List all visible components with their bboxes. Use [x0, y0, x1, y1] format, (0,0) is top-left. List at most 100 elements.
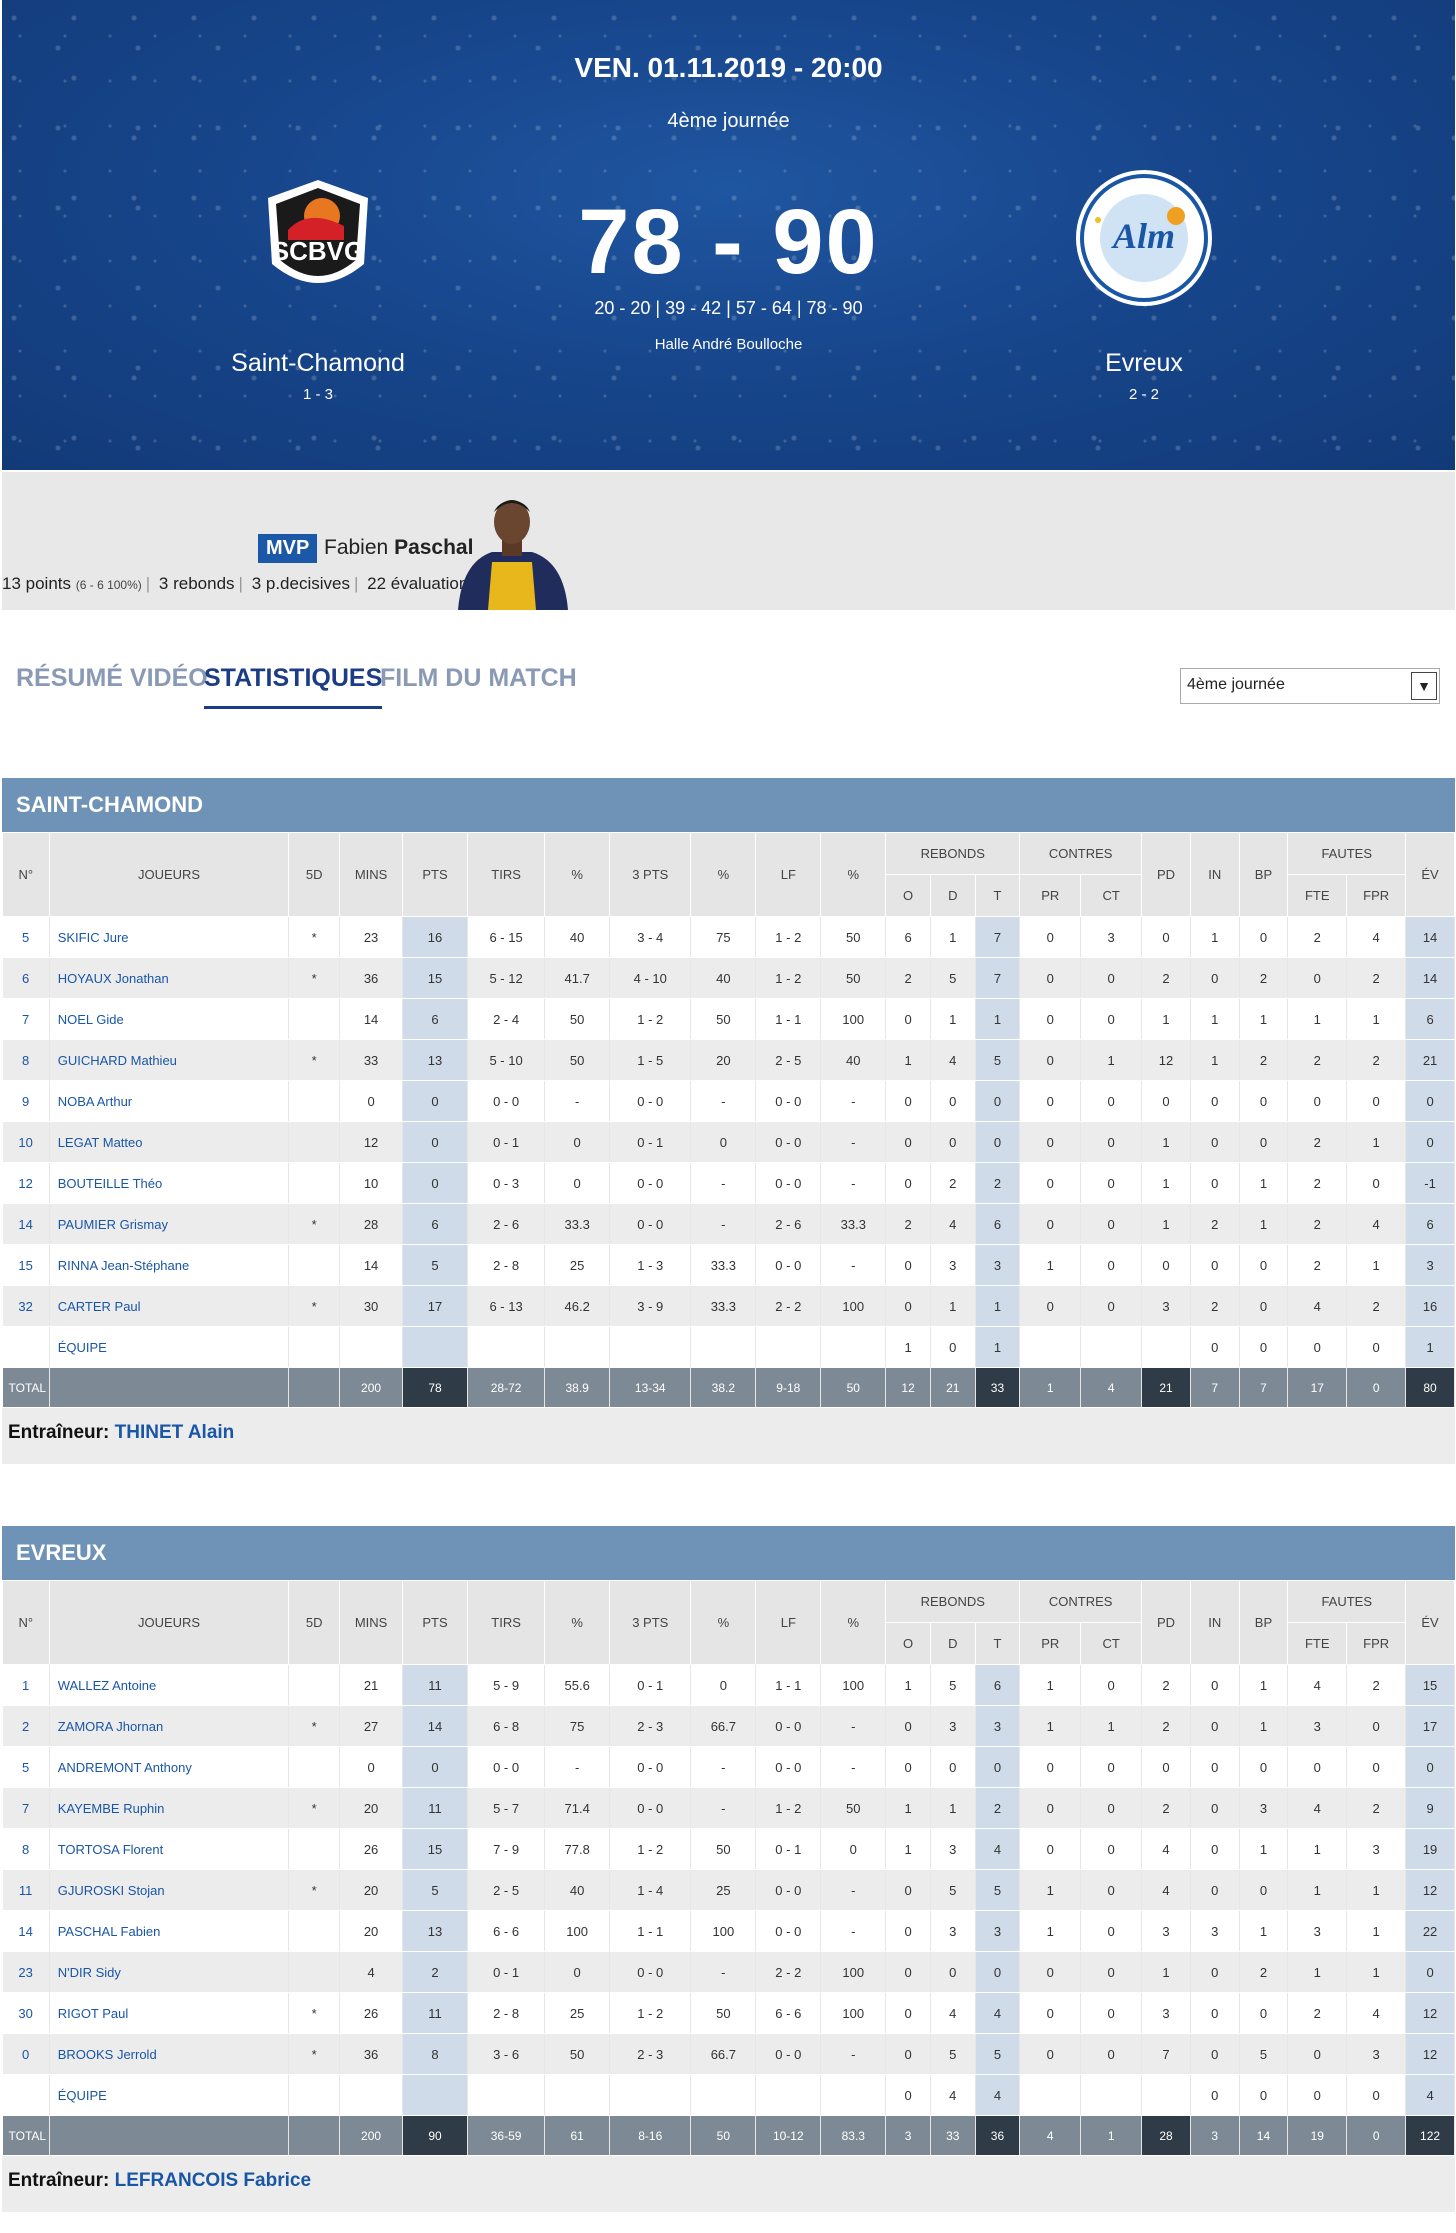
column-header[interactable]: IN	[1189, 832, 1240, 917]
player-name-link[interactable]: RIGOT Paul	[49, 1992, 290, 2034]
column-header[interactable]: LF	[755, 832, 822, 917]
column-subheader[interactable]: FPR	[1346, 1622, 1407, 1665]
column-header[interactable]: 3 PTS	[609, 832, 692, 917]
player-name-link[interactable]: TORTOSA Florent	[49, 1828, 290, 1870]
column-header[interactable]: ÉV	[1405, 1580, 1455, 1665]
column-header[interactable]: PD	[1141, 832, 1191, 917]
column-subheader[interactable]: CT	[1080, 874, 1143, 917]
column-header[interactable]: 3 PTS	[609, 1580, 692, 1665]
player-name-link[interactable]: GUICHARD Mathieu	[49, 1039, 290, 1081]
table-row[interactable]: 2 ZAMORA Jhornan * 27 14 6 - 8 75 2 - 3 66.7 0 - …	[2, 1705, 1455, 1747]
table-row[interactable]: 7 KAYEMBE Ruphin * 20 11 5 - 7 71.4 0 - 0-1 - 2…	[2, 1787, 1455, 1829]
column-subheader[interactable]: T	[974, 1622, 1021, 1665]
table-row[interactable]: 7 NOEL Gide 14 6 2 - 4 50 1 - 2 50 1 - 1 100 0 1 1 0 0…	[2, 998, 1455, 1040]
column-subheader[interactable]: T	[974, 874, 1021, 917]
column-header[interactable]: IN	[1189, 1580, 1240, 1665]
player-name-link[interactable]: N'DIR Sidy	[49, 1951, 290, 1993]
column-subheader[interactable]: FTE	[1287, 1622, 1348, 1665]
table-row[interactable]: 30 RIGOT Paul * 26 11 2 - 8 25 1 - 2 50 6 - 6 100 0…	[2, 1992, 1455, 2034]
away-team-name[interactable]: Evreux	[1024, 349, 1264, 378]
column-header[interactable]: 5D	[288, 1580, 341, 1665]
column-header[interactable]: N°	[2, 832, 50, 917]
column-subheader[interactable]: PR	[1019, 874, 1082, 917]
column-subheader[interactable]: PR	[1019, 1622, 1082, 1665]
player-name-link[interactable]: RINNA Jean-Stéphane	[49, 1244, 290, 1286]
player-name-link[interactable]: LEGAT Matteo	[49, 1121, 290, 1163]
column-header[interactable]: LF	[755, 1580, 822, 1665]
player-name-link[interactable]: ÉQUIPE	[49, 2074, 290, 2116]
table-row[interactable]: 0 BROOKS Jerrold * 36 8 3 - 6 50 2 - 3 66.7 0 - 0…	[2, 2033, 1455, 2075]
column-subheader[interactable]: CT	[1080, 1622, 1143, 1665]
table-row[interactable]: ÉQUIPE 0 4 4 0 0 0 0 4	[2, 2074, 1455, 2116]
column-header[interactable]: %	[544, 832, 611, 917]
column-header[interactable]: PD	[1141, 1580, 1191, 1665]
player-name-link[interactable]: ZAMORA Jhornan	[49, 1705, 290, 1747]
table-row[interactable]: ÉQUIPE 1 0 1 0 0 0 0 1	[2, 1326, 1455, 1368]
away-team[interactable]: Alm Evreux 2 - 2	[1024, 168, 1264, 403]
column-header[interactable]: TIRS	[467, 1580, 546, 1665]
column-header[interactable]: JOUEURS	[48, 832, 290, 917]
column-header[interactable]: MINS	[339, 1580, 404, 1665]
player-name-link[interactable]: ANDREMONT Anthony	[49, 1746, 290, 1788]
column-header[interactable]: %	[690, 832, 757, 917]
stat-cell: 0 - 0	[755, 1869, 822, 1911]
coach-name-link[interactable]: THINET Alain	[115, 1422, 235, 1443]
player-name-link[interactable]: GJUROSKI Stojan	[49, 1869, 290, 1911]
column-header[interactable]: ÉV	[1405, 832, 1455, 917]
table-row[interactable]: 1 WALLEZ Antoine 21 11 5 - 9 55.6 0 - 101 - 11…	[2, 1664, 1455, 1706]
player-name-link[interactable]: PASCHAL Fabien	[49, 1910, 290, 1952]
tab-resume-video[interactable]: RÉSUMÉ VIDÉO	[16, 664, 208, 693]
table-row[interactable]: 9 NOBA Arthur 0 0 0 - 0-0 - 0-0 - 0-00000000…	[2, 1080, 1455, 1122]
column-header[interactable]: PTS	[402, 832, 469, 917]
column-header[interactable]: %	[820, 832, 887, 917]
table-row[interactable]: 12 BOUTEILLE Théo 10 0 0 - 300 - 0-0 - 0-022…	[2, 1162, 1455, 1204]
player-name-link[interactable]: NOBA Arthur	[49, 1080, 290, 1122]
column-subheader[interactable]: D	[929, 1622, 976, 1665]
player-name-link[interactable]: SKIFIC Jure	[49, 916, 290, 958]
player-name-link[interactable]: HOYAUX Jonathan	[49, 957, 290, 999]
player-name-link[interactable]: WALLEZ Antoine	[49, 1664, 290, 1706]
column-header[interactable]: PTS	[402, 1580, 469, 1665]
home-team[interactable]: SCBVG Saint-Chamond 1 - 3	[198, 168, 438, 403]
table-row[interactable]: 23 N'DIR Sidy 4 2 0 - 100 - 0-2 - 2 100 0 0 0 0 0 1…	[2, 1951, 1455, 1993]
player-name-link[interactable]: NOEL Gide	[49, 998, 290, 1040]
table-row[interactable]: 14 PAUMIER Grismay * 28 6 2 - 6 33.3 0 - 0-2 - …	[2, 1203, 1455, 1245]
tab-film-du-match[interactable]: FILM DU MATCH	[380, 664, 577, 693]
table-row[interactable]: 5 ANDREMONT Anthony 0 0 0 - 0-0 - 0-0 - 0-00…	[2, 1746, 1455, 1788]
home-team-name[interactable]: Saint-Chamond	[198, 349, 438, 378]
column-header[interactable]: N°	[2, 1580, 50, 1665]
column-header[interactable]: BP	[1238, 832, 1289, 917]
tab-statistiques[interactable]: STATISTIQUES	[204, 664, 383, 709]
table-row[interactable]: 10 LEGAT Matteo 12 0 0 - 100 - 100 - 0-00000…	[2, 1121, 1455, 1163]
column-header[interactable]: %	[820, 1580, 887, 1665]
column-header[interactable]: %	[690, 1580, 757, 1665]
column-subheader[interactable]: FPR	[1346, 874, 1407, 917]
column-subheader[interactable]: O	[885, 874, 931, 917]
column-header[interactable]: %	[544, 1580, 611, 1665]
coach-name-link[interactable]: LEFRANCOIS Fabrice	[115, 2170, 311, 2191]
column-subheader[interactable]: D	[929, 874, 976, 917]
column-header[interactable]: 5D	[288, 832, 341, 917]
table-row[interactable]: 14 PASCHAL Fabien 20 13 6 - 6 100 1 - 1 100 0 - …	[2, 1910, 1455, 1952]
player-name-link[interactable]: BOUTEILLE Théo	[49, 1162, 290, 1204]
table-row[interactable]: 32 CARTER Paul * 30 17 6 - 13 46.2 3 - 9 33.3 2 -…	[2, 1285, 1455, 1327]
column-header[interactable]: MINS	[339, 832, 404, 917]
column-subheader[interactable]: FTE	[1287, 874, 1348, 917]
round-select[interactable]: 4ème journée ▼	[1180, 668, 1440, 704]
player-name-link[interactable]: BROOKS Jerrold	[49, 2033, 290, 2075]
table-row[interactable]: 15 RINNA Jean-Stéphane 14 5 2 - 8 25 1 - 3 33.3…	[2, 1244, 1455, 1286]
column-header[interactable]: TIRS	[467, 832, 546, 917]
player-name-link[interactable]: PAUMIER Grismay	[49, 1203, 290, 1245]
table-row[interactable]: 5 SKIFIC Jure * 23 16 6 - 15 40 3 - 4 75 1 - 2 50 6…	[2, 916, 1455, 958]
chevron-down-icon[interactable]: ▼	[1411, 672, 1437, 700]
player-name-link[interactable]: CARTER Paul	[49, 1285, 290, 1327]
table-row[interactable]: 6 HOYAUX Jonathan * 36 15 5 - 12 41.7 4 - 10 40 1…	[2, 957, 1455, 999]
column-header[interactable]: BP	[1238, 1580, 1289, 1665]
column-header[interactable]: JOUEURS	[48, 1580, 290, 1665]
player-name-link[interactable]: ÉQUIPE	[49, 1326, 290, 1368]
table-row[interactable]: 11 GJUROSKI Stojan * 20 5 2 - 5 40 1 - 4 25 0 - 0…	[2, 1869, 1455, 1911]
player-name-link[interactable]: KAYEMBE Ruphin	[49, 1787, 290, 1829]
column-subheader[interactable]: O	[885, 1622, 931, 1665]
table-row[interactable]: 8 TORTOSA Florent 26 15 7 - 9 77.8 1 - 2 50 0 - …	[2, 1828, 1455, 1870]
table-row[interactable]: 8 GUICHARD Mathieu * 33 13 5 - 10 50 1 - 5 20 2 -…	[2, 1039, 1455, 1081]
